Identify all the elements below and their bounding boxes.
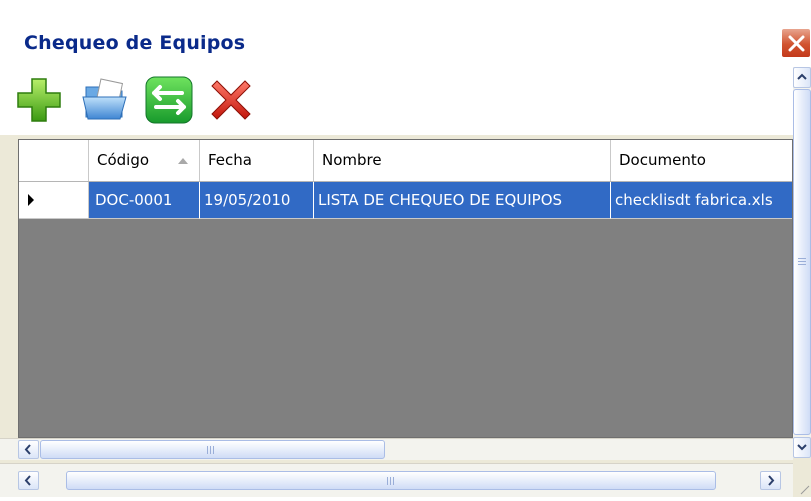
resize-corner[interactable] bbox=[793, 460, 811, 497]
add-icon bbox=[17, 78, 61, 122]
chevron-down-icon bbox=[797, 444, 807, 451]
column-header-label: Código bbox=[97, 151, 150, 169]
window-scroll-left-button[interactable] bbox=[18, 471, 39, 490]
open-button[interactable] bbox=[78, 73, 132, 127]
chevron-up-icon bbox=[797, 73, 807, 80]
window-vertical-scrollbar[interactable] bbox=[793, 67, 811, 458]
data-grid: Código Fecha Nombre Documento DOC-0001 1… bbox=[18, 139, 793, 438]
window-title: Chequeo de Equipos bbox=[24, 32, 246, 54]
column-header-nombre[interactable]: Nombre bbox=[314, 140, 611, 181]
chevron-left-icon bbox=[24, 475, 31, 486]
column-header-label: Documento bbox=[619, 151, 706, 169]
scroll-up-button[interactable] bbox=[793, 67, 811, 88]
thumb-grip bbox=[798, 258, 806, 267]
delete-x-icon bbox=[211, 80, 251, 120]
swap-arrows-icon bbox=[145, 76, 193, 124]
scroll-down-button[interactable] bbox=[793, 437, 811, 458]
column-header-documento[interactable]: Documento bbox=[611, 140, 792, 181]
open-folder-icon bbox=[82, 78, 127, 120]
grid-horizontal-scrollbar[interactable] bbox=[0, 438, 793, 460]
add-button[interactable] bbox=[12, 73, 66, 127]
swap-button[interactable] bbox=[142, 73, 196, 127]
close-button[interactable] bbox=[781, 28, 811, 58]
chevron-left-icon bbox=[24, 444, 31, 455]
cell-nombre[interactable]: LISTA DE CHEQUEO DE EQUIPOS bbox=[314, 182, 611, 219]
cell-fecha[interactable]: 19/05/2010 bbox=[200, 182, 314, 219]
grid-header: Código Fecha Nombre Documento bbox=[19, 140, 792, 182]
row-header-corner bbox=[19, 140, 89, 181]
thumb-grip bbox=[207, 446, 216, 454]
window-scroll-thumb[interactable] bbox=[66, 471, 716, 490]
window-horizontal-scrollbar[interactable] bbox=[0, 463, 793, 497]
column-header-label: Nombre bbox=[322, 151, 382, 169]
close-icon bbox=[788, 35, 805, 52]
title-bar: Chequeo de Equipos bbox=[0, 0, 811, 67]
current-row-arrow-icon bbox=[28, 194, 34, 206]
window-scroll-right-button[interactable] bbox=[760, 471, 781, 490]
delete-button[interactable] bbox=[204, 73, 258, 127]
chevron-right-icon bbox=[768, 475, 775, 486]
vertical-scroll-thumb[interactable] bbox=[793, 89, 811, 435]
sort-ascending-icon bbox=[178, 158, 188, 164]
column-header-fecha[interactable]: Fecha bbox=[200, 140, 314, 181]
grid-scroll-left-button[interactable] bbox=[18, 440, 39, 459]
main-window: Chequeo de Equipos Código Fecha Nombre D… bbox=[0, 0, 811, 497]
grid-scroll-thumb[interactable] bbox=[40, 440, 385, 459]
column-header-codigo[interactable]: Código bbox=[89, 140, 200, 181]
cell-codigo[interactable]: DOC-0001 bbox=[89, 182, 200, 219]
resize-grip-icon bbox=[800, 485, 810, 495]
table-row[interactable]: DOC-0001 19/05/2010 LISTA DE CHEQUEO DE … bbox=[19, 182, 792, 219]
row-selector[interactable] bbox=[19, 182, 89, 219]
thumb-grip bbox=[387, 477, 396, 485]
cell-documento[interactable]: checklisdt fabrica.xls bbox=[611, 182, 792, 219]
column-header-label: Fecha bbox=[208, 151, 252, 169]
toolbar bbox=[0, 67, 793, 135]
